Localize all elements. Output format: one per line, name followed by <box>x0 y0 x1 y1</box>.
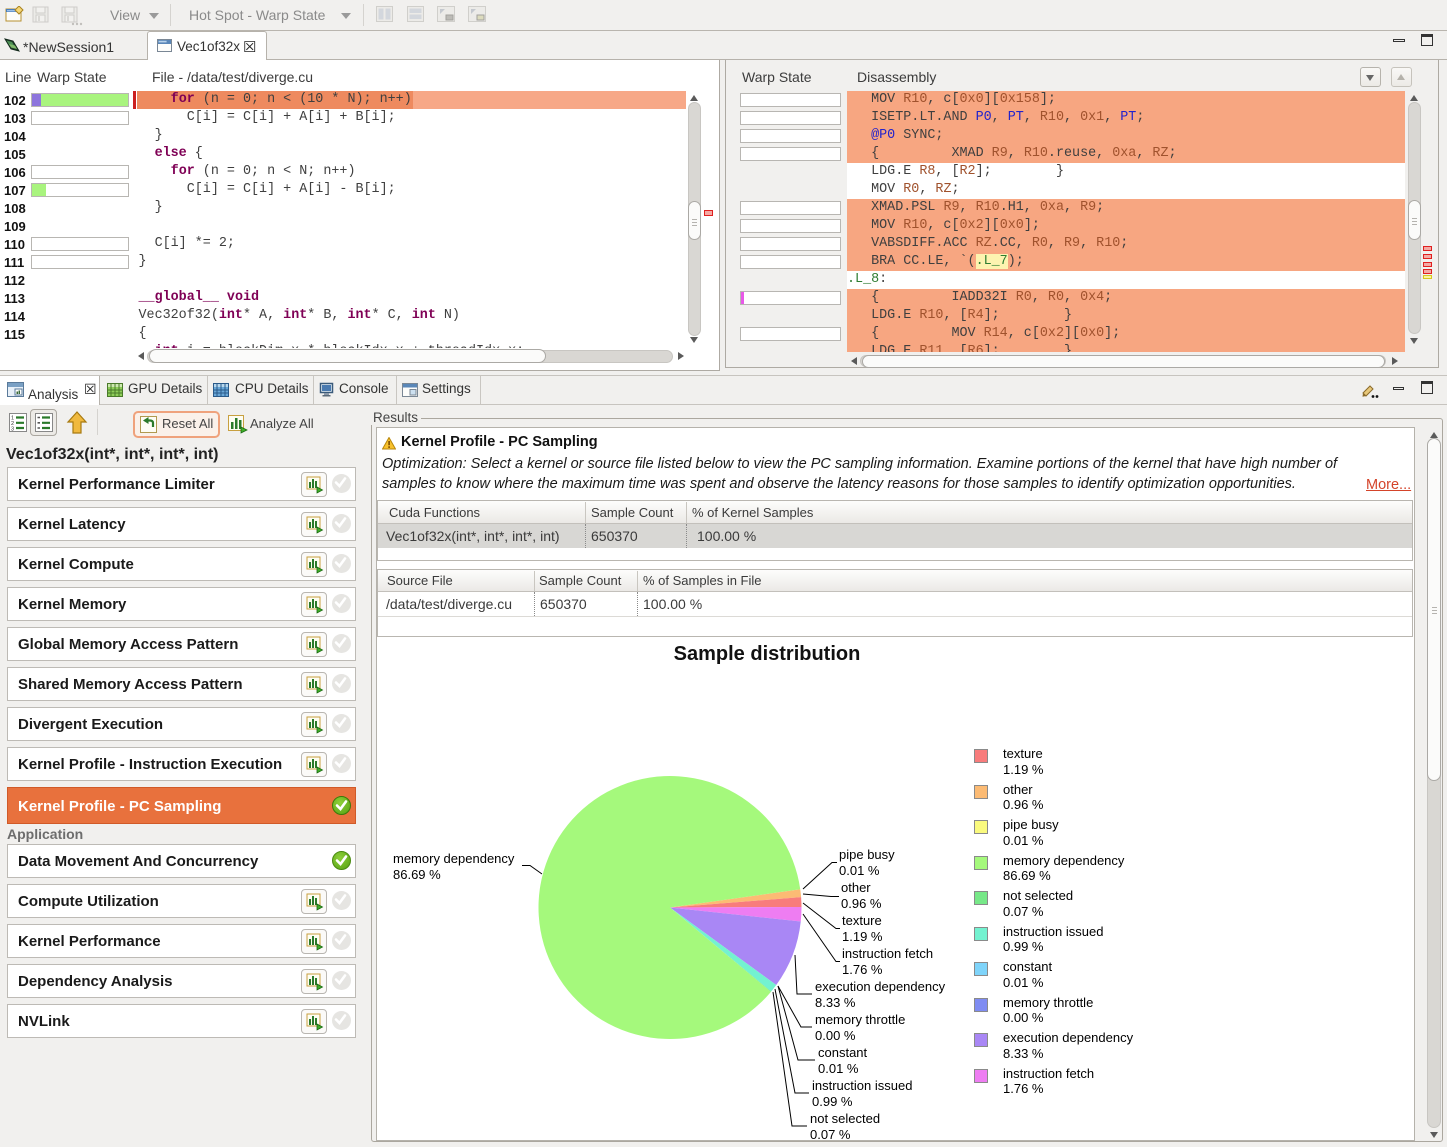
svg-text:3: 3 <box>11 427 14 433</box>
